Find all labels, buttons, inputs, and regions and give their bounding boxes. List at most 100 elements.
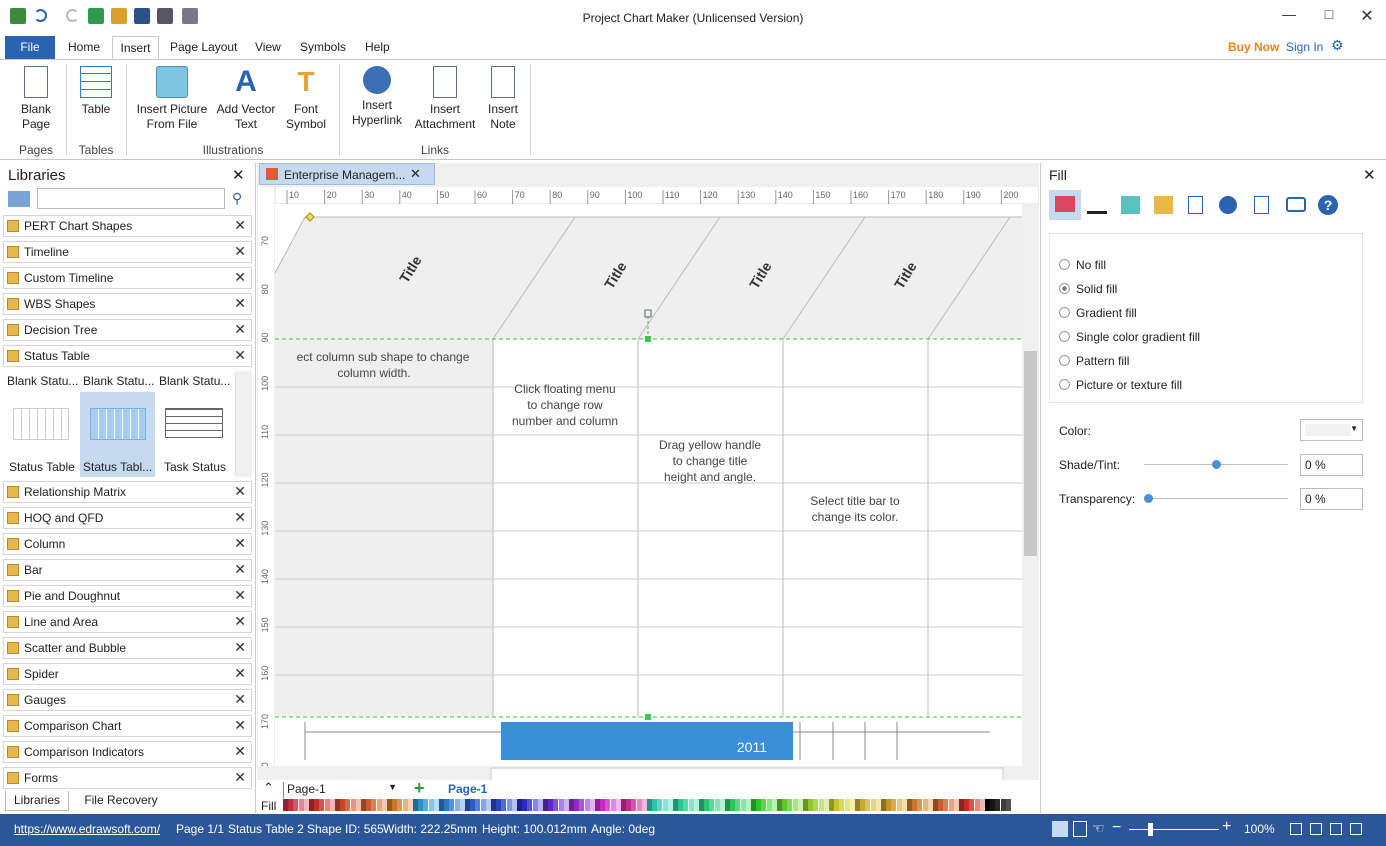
library-item-scatter[interactable]: Scatter and Bubble ✕ [3, 637, 252, 659]
close-icon[interactable]: ✕ [234, 717, 246, 734]
full-screen-icon[interactable] [1330, 823, 1342, 835]
zoom-slider-handle[interactable] [1148, 823, 1153, 836]
shape-thumb-status-table[interactable]: Status Table [5, 392, 77, 477]
library-item-comparison-chart[interactable]: Comparison Chart ✕ [3, 715, 252, 737]
close-icon[interactable]: ✕ [234, 769, 246, 786]
resize-handle[interactable] [645, 714, 651, 720]
resize-handle[interactable] [645, 336, 651, 342]
search-icon[interactable]: ⚲ [232, 190, 242, 207]
color-picker[interactable]: ▼ [1300, 419, 1363, 441]
insert-hyperlink-button[interactable]: Insert Hyperlink [346, 66, 408, 128]
insert-attachment-button[interactable]: Insert Attachment [412, 66, 478, 132]
comment-tab-icon[interactable] [1286, 197, 1306, 212]
close-icon[interactable]: ✕ [234, 613, 246, 630]
close-icon[interactable]: ✕ [234, 347, 246, 364]
help-icon[interactable]: ? [1318, 195, 1338, 215]
library-item-forms[interactable]: Forms ✕ [3, 767, 252, 789]
tab-page-layout[interactable]: Page Layout [170, 40, 237, 54]
library-item-column[interactable]: Column ✕ [3, 533, 252, 555]
radio-no-fill[interactable]: No fill [1059, 258, 1106, 272]
close-icon[interactable]: ✕ [234, 243, 246, 260]
page-tab[interactable]: Page-1 [448, 782, 487, 796]
fill-tab-icon[interactable] [1049, 190, 1081, 220]
add-page-icon[interactable]: + [414, 778, 425, 799]
zoom-out-icon[interactable]: − [1112, 819, 1121, 837]
shape-thumb-task-status[interactable]: Task Status [157, 392, 232, 477]
sign-in-link[interactable]: Sign In [1286, 40, 1323, 54]
close-libraries-icon[interactable]: ✕ [232, 166, 245, 184]
library-item-spider[interactable]: Spider ✕ [3, 663, 252, 685]
zoom-level[interactable]: 100% [1244, 822, 1275, 836]
page-select[interactable]: Page-1 ▼ [283, 782, 401, 798]
close-icon[interactable]: ✕ [234, 743, 246, 760]
transparency-input[interactable]: 0 % [1300, 488, 1363, 510]
shape-thumb-status-table-2[interactable]: Status Tabl... [80, 392, 155, 477]
library-item-bar[interactable]: Bar ✕ [3, 559, 252, 581]
close-icon[interactable]: ✕ [234, 217, 246, 234]
close-icon[interactable]: ✕ [234, 509, 246, 526]
transparency-slider[interactable] [1144, 498, 1288, 499]
insert-note-button[interactable]: Insert Note [482, 66, 524, 132]
blank-page-button[interactable]: Blank Page [14, 66, 58, 132]
shade-slider-handle[interactable] [1212, 460, 1221, 469]
file-tab[interactable]: File [5, 36, 55, 59]
close-icon[interactable]: ✕ [234, 665, 246, 682]
radio-gradient-fill[interactable]: Gradient fill [1059, 306, 1137, 320]
library-item-comparison-indicators[interactable]: Comparison Indicators ✕ [3, 741, 252, 763]
shade-input[interactable]: 0 % [1300, 454, 1363, 476]
settings-gear-icon[interactable]: ⚙ [1331, 37, 1344, 54]
radio-picture-fill[interactable]: Picture or texture fill [1059, 378, 1182, 392]
shadow-tab-icon[interactable] [1121, 196, 1140, 214]
library-item-decision-tree[interactable]: Decision Tree ✕ [3, 319, 252, 341]
hyperlink-tab-icon[interactable] [1219, 196, 1237, 214]
close-icon[interactable]: ✕ [234, 587, 246, 604]
library-item-gauges[interactable]: Gauges ✕ [3, 689, 252, 711]
page-view-icon[interactable] [1073, 821, 1087, 837]
tab-help[interactable]: Help [365, 40, 390, 54]
library-item-status-table[interactable]: Status Table ✕ [3, 345, 252, 367]
library-item-pie[interactable]: Pie and Doughnut ✕ [3, 585, 252, 607]
maximize-icon[interactable]: □ [1318, 6, 1340, 26]
palette-swatch[interactable] [1005, 799, 1011, 811]
presentation-icon[interactable] [1350, 823, 1362, 835]
library-item-relationship-matrix[interactable]: Relationship Matrix ✕ [3, 481, 252, 503]
radio-pattern-fill[interactable]: Pattern fill [1059, 354, 1129, 368]
properties-tab-icon[interactable] [1188, 196, 1203, 214]
document-tab[interactable]: Enterprise Managem... ✕ [259, 163, 435, 185]
library-item-custom-timeline[interactable]: Custom Timeline ✕ [3, 267, 252, 289]
add-vector-text-button[interactable]: A Add Vector Text [214, 66, 278, 132]
library-menu-icon[interactable] [8, 191, 30, 207]
close-icon[interactable]: ✕ [234, 639, 246, 656]
tab-file-recovery[interactable]: File Recovery [76, 791, 166, 811]
table-button[interactable]: Table [74, 66, 118, 117]
library-search-input[interactable] [37, 188, 225, 209]
attachment-tab-icon[interactable] [1254, 196, 1269, 214]
font-symbol-button[interactable]: T Font Symbol [282, 66, 330, 132]
buy-now-link[interactable]: Buy Now [1228, 40, 1279, 54]
fit-page-icon[interactable] [1290, 823, 1302, 835]
close-icon[interactable]: ✕ [234, 295, 246, 312]
color-palette[interactable] [283, 799, 1023, 811]
line-tab-icon[interactable] [1087, 196, 1107, 214]
minimize-icon[interactable]: — [1278, 6, 1300, 26]
fit-width-icon[interactable] [1310, 823, 1322, 835]
tab-libraries[interactable]: Libraries [5, 791, 69, 811]
library-item-line-area[interactable]: Line and Area ✕ [3, 611, 252, 633]
library-item-hoq[interactable]: HOQ and QFD ✕ [3, 507, 252, 529]
close-icon[interactable]: ✕ [234, 321, 246, 338]
drawing-canvas[interactable]: 10 20 30 40 50 60 70 80 90 100 110 120 130 140 150 160 1… [257, 186, 1039, 786]
close-icon[interactable]: ✕ [234, 483, 246, 500]
zoom-slider[interactable] [1129, 829, 1219, 830]
zoom-in-icon[interactable]: + [1222, 818, 1231, 836]
transparency-slider-handle[interactable] [1144, 494, 1153, 503]
library-item-timeline[interactable]: Timeline ✕ [3, 241, 252, 263]
library-item-pert[interactable]: PERT Chart Shapes ✕ [3, 215, 252, 237]
website-link[interactable]: https://www.edrawsoft.com/ [14, 822, 160, 836]
insert-picture-button[interactable]: Insert Picture From File [134, 66, 210, 132]
normal-view-icon[interactable] [1052, 821, 1068, 837]
thumb-scrollbar[interactable] [235, 371, 252, 477]
chevron-up-icon[interactable]: ⌃ [263, 780, 274, 796]
fit-icon[interactable]: ☜ [1092, 820, 1105, 837]
close-fill-panel-icon[interactable]: ✕ [1363, 166, 1376, 184]
close-icon[interactable]: ✕ [1356, 6, 1378, 26]
